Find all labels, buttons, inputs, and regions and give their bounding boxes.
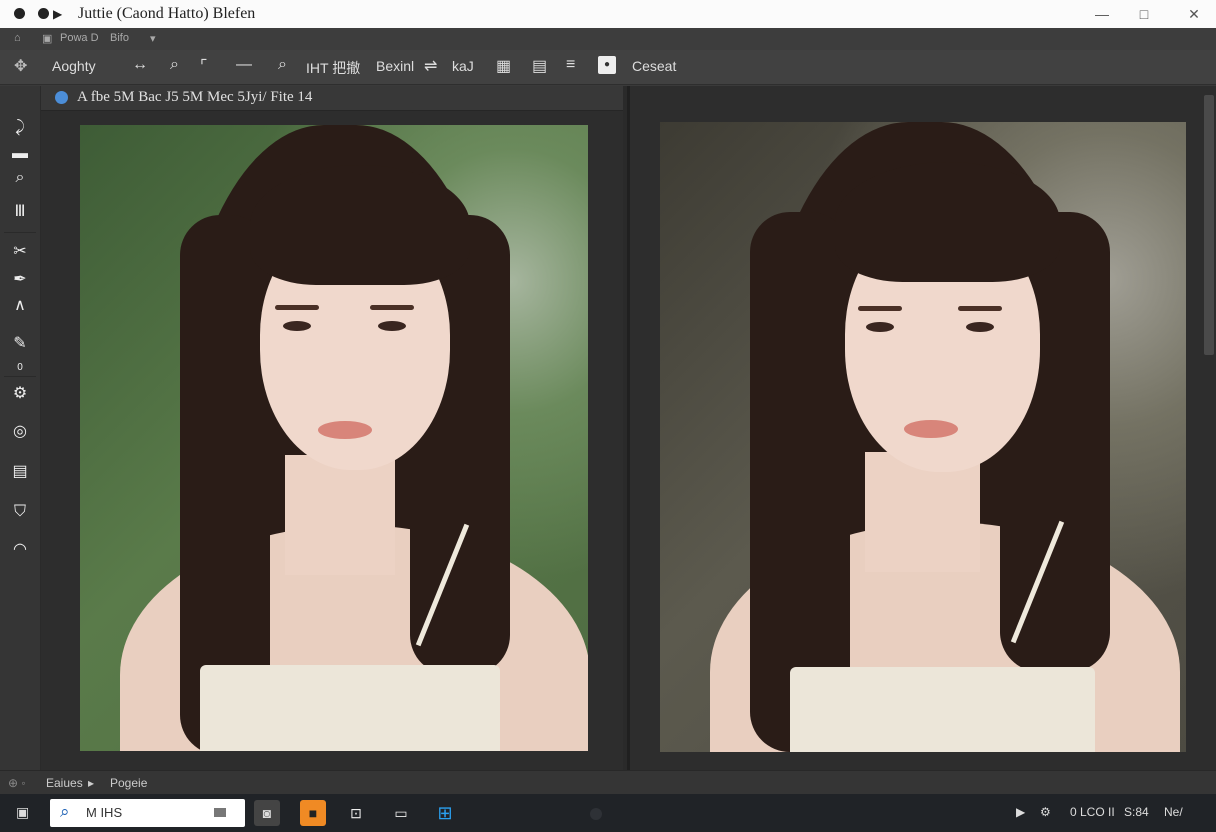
close-button[interactable]: ✕: [1181, 2, 1207, 26]
blend-mode-dropdown[interactable]: Ceseat: [632, 58, 676, 74]
status-right[interactable]: Pogeie: [110, 776, 147, 790]
option-label-2[interactable]: Bexinl: [376, 58, 414, 74]
maximize-button[interactable]: □: [1131, 2, 1157, 26]
minimize-button[interactable]: —: [1089, 2, 1115, 26]
search-icon[interactable]: ⌕: [278, 56, 287, 74]
tray-extra[interactable]: Ne/: [1164, 805, 1183, 819]
move-tool-icon[interactable]: ⤸: [8, 116, 32, 140]
option-label-3[interactable]: kaJ: [452, 58, 474, 74]
home-icon[interactable]: ⌂: [14, 32, 21, 44]
tools-panel: ⤸ ▬ ⌕ Ⅲ ✂ ✒ ∧ ✎ 0 ⚙ ◎ ▤ ⛉ ◠: [0, 86, 41, 770]
tray-time[interactable]: 0 LCO II: [1070, 805, 1115, 819]
window-title: Juttie (Caond Hatto) Blefen: [78, 5, 256, 22]
search-icon: ⌕: [60, 802, 70, 821]
title-bar: ▶ Juttie (Caond Hatto) Blefen — □ ✕: [0, 0, 1216, 28]
chevron-right-icon[interactable]: ▸: [88, 776, 94, 790]
widget-icon: [214, 808, 226, 817]
taskbar-search[interactable]: ⌕ M IHS: [50, 799, 245, 827]
network-icon[interactable]: ⚙: [1040, 805, 1051, 819]
options-bar: ✥ Aoghty ↔ ⌕ ⌜ — ⌕ IHT 把撤 Bexinl ⇌ kaJ ▦…: [0, 50, 1216, 85]
brush-tool-icon[interactable]: Ⅲ: [8, 200, 32, 224]
record-icon[interactable]: [38, 8, 49, 19]
menu-item-1[interactable]: Powa D: [60, 32, 99, 44]
layers-icon[interactable]: ▤: [8, 460, 32, 484]
photo-editor-app-icon[interactable]: ■: [300, 800, 326, 826]
line-icon[interactable]: —: [236, 56, 252, 74]
pen-icon[interactable]: ✒: [8, 268, 32, 292]
path-tool-icon[interactable]: ∧: [8, 294, 32, 318]
menu-item-2[interactable]: Bifo: [110, 32, 129, 44]
indicator-dot: [590, 808, 602, 820]
zoom-icon[interactable]: ⌕: [170, 56, 179, 74]
flip-icon[interactable]: ↔: [132, 56, 148, 74]
play-icon[interactable]: ▶: [53, 7, 62, 21]
move-icon[interactable]: ✥: [14, 56, 27, 76]
divider: [4, 376, 36, 377]
app-menu-icon[interactable]: [14, 8, 25, 19]
crop-icon[interactable]: ⌜: [200, 56, 208, 76]
info-icon: ⊕ ◦: [8, 776, 26, 790]
chevron-down-icon[interactable]: ▾: [150, 32, 156, 45]
windows-app-icon[interactable]: ⊞: [432, 800, 458, 826]
document-tab[interactable]: A fbe 5M Bac J5 5M Mec 5Jyi/ Fite 14: [41, 86, 623, 111]
document-icon: [55, 91, 68, 104]
store-app-icon[interactable]: ⊡: [343, 800, 369, 826]
preset-select[interactable]: Aoghty: [52, 58, 96, 74]
menu-icon[interactable]: ≡: [566, 56, 575, 74]
scissors-icon[interactable]: ✂: [8, 240, 32, 264]
option-label-1[interactable]: IHT 把撤: [306, 58, 360, 78]
tray-date[interactable]: S:84: [1124, 805, 1149, 819]
document-tab-title: A fbe 5M Bac J5 5M Mec 5Jyi/ Fite 14: [77, 89, 313, 105]
portrait-photo-original: [80, 125, 588, 751]
eraser-icon[interactable]: ✎: [8, 332, 32, 356]
file-icon[interactable]: ▣: [42, 32, 52, 45]
vertical-scrollbar[interactable]: [1204, 95, 1214, 355]
camera-app-icon[interactable]: ◙: [254, 800, 280, 826]
dial-icon[interactable]: ◎: [8, 420, 32, 444]
taskbar: ▣ ⌕ M IHS ◙ ■ ⊡ ▭ ⊞ ▶ ⚙ 0 LCO II S:84 Ne…: [0, 794, 1216, 832]
portrait-photo-edited: [660, 122, 1186, 752]
color-swatch[interactable]: ●: [598, 56, 616, 74]
menu-bar: ⌂ ▣ Powa D Bifo ▾: [0, 28, 1216, 50]
search-text: M IHS: [86, 805, 123, 820]
grid-icon[interactable]: ▦: [496, 56, 511, 76]
shield-icon[interactable]: ⛉: [8, 500, 32, 524]
status-left[interactable]: Eaiues: [46, 776, 83, 790]
dome-icon[interactable]: ◠: [8, 538, 32, 562]
divider: [4, 232, 36, 233]
marquee-tool-icon[interactable]: ▬: [8, 142, 32, 166]
start-icon[interactable]: ▣: [16, 804, 29, 821]
document-icon[interactable]: ▤: [532, 56, 547, 76]
align-icon[interactable]: ⇌: [424, 56, 437, 76]
zoom-tool-icon[interactable]: ⌕: [8, 166, 32, 190]
folder-app-icon[interactable]: ▭: [388, 800, 414, 826]
gear-icon[interactable]: ⚙: [8, 382, 32, 406]
tray-arrow-icon[interactable]: ▶: [1016, 805, 1025, 819]
status-bar: ⊕ ◦ Eaiues ▸ Pogeie: [0, 770, 1216, 795]
